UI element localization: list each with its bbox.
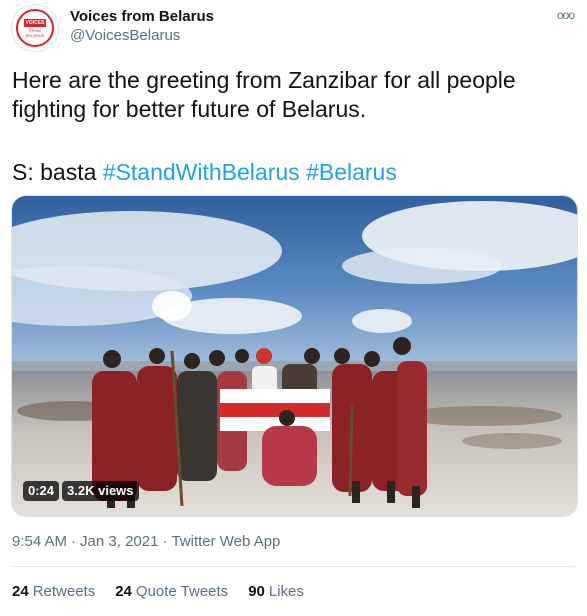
hashtag-link[interactable]: #Belarus (306, 159, 397, 185)
avatar-logo-bottom: BELARUS (25, 32, 45, 38)
quote-tweets-link[interactable]: 24 Quote Tweets (115, 583, 228, 600)
flag-stripe (220, 403, 330, 417)
quote-tweets-label: Quote Tweets (135, 583, 229, 600)
tweet-meta: 9:54 AM · Jan 3, 2021 · Twitter Web App (12, 533, 280, 550)
source-credit: S: basta (12, 159, 97, 185)
tweet-time[interactable]: 9:54 AM (12, 533, 67, 550)
flag-stripe (220, 389, 330, 403)
likes-link[interactable]: 90 Likes (248, 583, 304, 600)
tweet-date[interactable]: Jan 3, 2021 (80, 533, 158, 550)
video-views: 3.2K views (62, 481, 139, 501)
divider (12, 566, 575, 567)
tweet-card: VOICES FROM BELARUS Voices from Belarus … (0, 0, 587, 616)
user-handle[interactable]: @VoicesBelarus (70, 27, 180, 44)
retweets-label: Retweets (32, 583, 96, 600)
likes-count: 90 (248, 583, 265, 600)
more-options-icon[interactable]: ooo (557, 8, 575, 22)
retweets-count: 24 (12, 583, 29, 600)
video-duration: 0:24 (23, 481, 60, 501)
separator: · (71, 533, 77, 550)
hashtag-link[interactable]: #StandWithBelarus (103, 159, 300, 185)
avatar-logo: VOICES FROM BELARUS (16, 9, 54, 47)
tweet-source[interactable]: Twitter Web App (171, 533, 280, 550)
tweet-text: Here are the greeting from Zanzibar for … (12, 67, 516, 122)
display-name[interactable]: Voices from Belarus (70, 8, 214, 25)
retweets-link[interactable]: 24 Retweets (12, 583, 95, 600)
quote-tweets-count: 24 (115, 583, 132, 600)
video-player[interactable]: 0:24 3.2K views (11, 195, 578, 517)
video-thumbnail (12, 196, 577, 516)
engagement-stats: 24 Retweets 24 Quote Tweets 90 Likes (12, 583, 304, 600)
likes-label: Likes (268, 583, 304, 600)
video-info: 0:24 3.2K views (23, 481, 139, 501)
avatar[interactable]: VOICES FROM BELARUS (11, 4, 59, 52)
separator: · (162, 533, 168, 550)
tweet-source-line: S: basta #StandWithBelarus #Belarus (12, 158, 397, 187)
avatar-logo-top: VOICES (23, 18, 47, 27)
